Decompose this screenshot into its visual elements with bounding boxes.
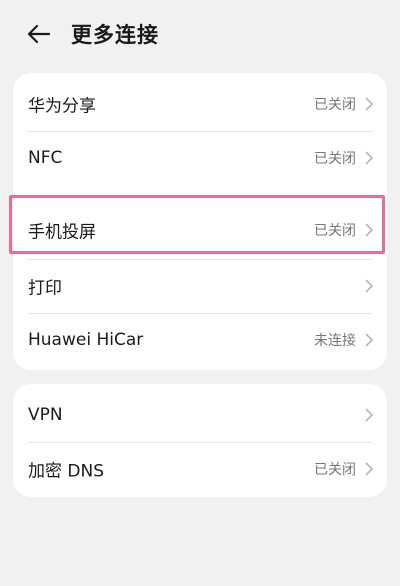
settings-group-network: VPN 加密 DNS 已关闭 bbox=[13, 384, 387, 497]
settings-item-label: 打印 bbox=[28, 278, 62, 299]
chevron-right-icon bbox=[365, 223, 373, 237]
settings-item-label: Huawei HiCar bbox=[28, 330, 144, 350]
settings-group-connections: 华为分享 已关闭 NFC 已关闭 手机投屏 已关闭 打印 Huawei HiCa… bbox=[13, 73, 387, 370]
settings-item-label: 华为分享 bbox=[28, 96, 96, 117]
status-text: 已关闭 bbox=[314, 462, 356, 478]
settings-item-nfc[interactable]: NFC 已关闭 bbox=[13, 131, 387, 185]
status-text: 已关闭 bbox=[314, 151, 356, 167]
settings-item-label: 手机投屏 bbox=[28, 222, 96, 243]
chevron-right-icon bbox=[365, 408, 373, 422]
settings-item-vpn[interactable]: VPN bbox=[13, 388, 387, 442]
arrow-left-icon bbox=[27, 24, 51, 44]
settings-item-label: NFC bbox=[28, 148, 63, 168]
status-text: 已关闭 bbox=[314, 223, 356, 239]
settings-item-screen-projection[interactable]: 手机投屏 已关闭 bbox=[13, 203, 387, 257]
status-text: 未连接 bbox=[314, 333, 356, 349]
back-button[interactable] bbox=[24, 20, 54, 48]
top-bar: 更多连接 bbox=[0, 0, 400, 70]
chevron-right-icon bbox=[365, 97, 373, 111]
page-title: 更多连接 bbox=[71, 23, 159, 47]
settings-item-label: VPN bbox=[28, 405, 63, 425]
chevron-right-icon bbox=[365, 151, 373, 165]
settings-item-print[interactable]: 打印 bbox=[13, 259, 387, 313]
settings-item-huawei-share[interactable]: 华为分享 已关闭 bbox=[13, 77, 387, 131]
chevron-right-icon bbox=[365, 333, 373, 347]
settings-item-hicar[interactable]: Huawei HiCar 未连接 bbox=[13, 313, 387, 367]
settings-item-encrypted-dns[interactable]: 加密 DNS 已关闭 bbox=[13, 442, 387, 496]
chevron-right-icon bbox=[365, 462, 373, 476]
chevron-right-icon bbox=[365, 279, 373, 293]
settings-item-label: 加密 DNS bbox=[28, 461, 105, 482]
status-text: 已关闭 bbox=[314, 97, 356, 113]
